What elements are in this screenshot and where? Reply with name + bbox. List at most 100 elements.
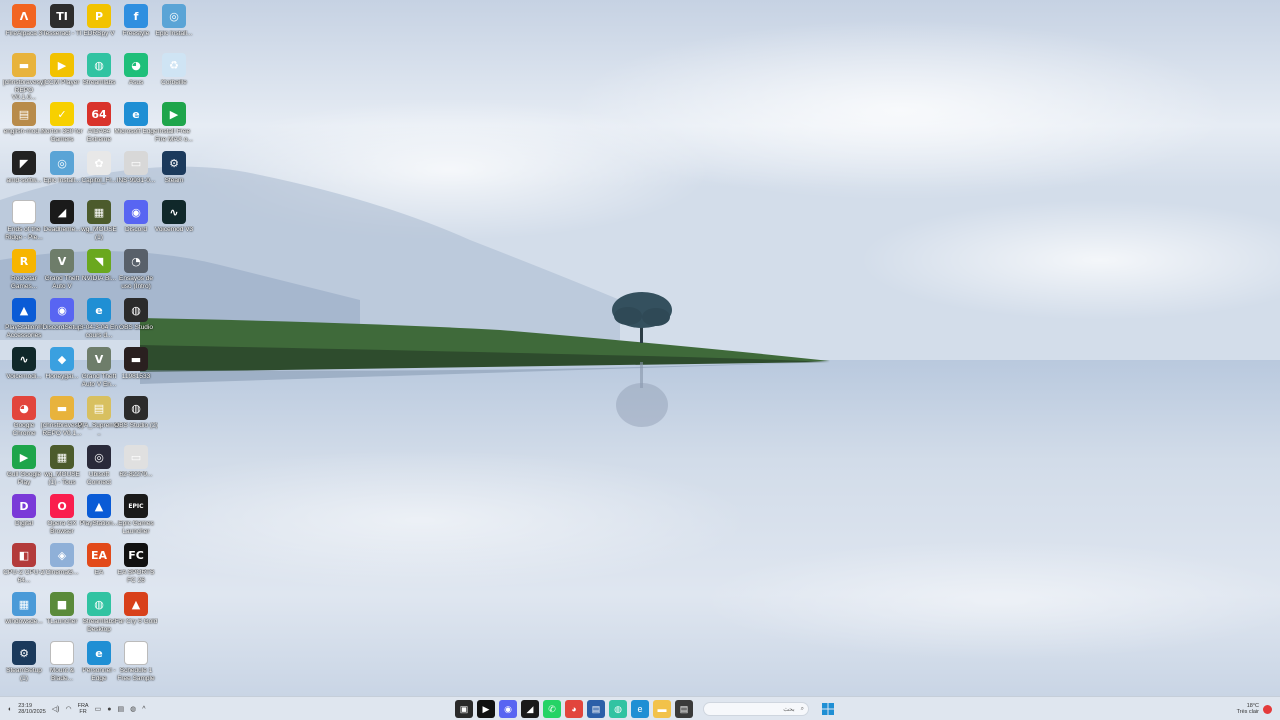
app-icon (50, 641, 74, 665)
desktop-icon[interactable]: EPIC Epic Games Launcher (114, 494, 158, 535)
taskbar-apps: ▣ ▶ ◉ ◢ ✆ ◕ ▤ ◍ e ▬ ▤ بحث ⌕ (455, 700, 837, 718)
app-icon: ▬ (12, 53, 36, 77)
app-icon: ◔ (124, 249, 148, 273)
app-icon: ∿ (12, 347, 36, 371)
app-icon: e (87, 641, 111, 665)
app-icon: ▤ (87, 396, 111, 420)
store-icon[interactable]: ▤ (587, 700, 605, 718)
desktop-icon-label: Install Free Fire MAX o... (155, 128, 193, 143)
vpn-icon[interactable]: ◍ (130, 705, 136, 713)
app-icon: ◍ (87, 53, 111, 77)
app-icon (124, 641, 148, 665)
language-indicator[interactable]: FRA FR (78, 703, 89, 716)
search-icon: ⌕ (800, 705, 804, 712)
app-icon: ◍ (87, 592, 111, 616)
app-icon: ♻ (162, 53, 186, 77)
app-icon: ▶ (12, 445, 36, 469)
taskbar-right: 18°C Très clair (1237, 700, 1272, 718)
desktop-icon[interactable]: ◍ OBS Studio (114, 298, 158, 332)
app-icon: ◎ (50, 151, 74, 175)
desktop-icon[interactable]: ▶ Install Free Fire MAX o... (152, 102, 196, 143)
app-icon: ◥ (87, 249, 111, 273)
app-icon: ▭ (124, 445, 148, 469)
app-icon: R (12, 249, 36, 273)
desktop-icon-label: Steam (164, 177, 184, 184)
keyboard-code: FR (79, 709, 87, 715)
app-icon: ▶ (162, 102, 186, 126)
app-icon: ▲ (87, 494, 111, 518)
notification-badge-icon[interactable] (1263, 704, 1272, 714)
app-icon: ◎ (162, 4, 186, 28)
discord-taskbar-icon[interactable]: ◉ (499, 700, 517, 718)
app-icon: ▬ (50, 396, 74, 420)
file-manager-icon[interactable]: ▣ (455, 700, 473, 718)
desktop-icon-label: Epic Install... (155, 30, 193, 37)
search-box[interactable]: بحث ⌕ (703, 702, 809, 716)
start-button[interactable] (819, 700, 837, 718)
notepad-icon[interactable]: ▤ (675, 700, 693, 718)
app-icon: ◆ (50, 347, 74, 371)
app-icon: ▦ (50, 445, 74, 469)
app-icon: ◈ (50, 543, 74, 567)
app-icon: ✿ (87, 151, 111, 175)
app-icon: V (87, 347, 111, 371)
app-icon: EPIC (124, 494, 148, 518)
weather-widget[interactable]: 18°C Très clair (1237, 703, 1259, 716)
battery-icon[interactable]: ▭ (95, 705, 102, 713)
desktop-icon[interactable]: FC EA SPORTS FC 26 (114, 543, 158, 584)
microphone-icon[interactable]: ● (107, 706, 111, 713)
app-icon: ▤ (12, 102, 36, 126)
desktop-icon-label: Schedule 1 Free Sample (117, 667, 155, 682)
desktop-icon-label: Corbeille (161, 79, 187, 86)
capcut-icon[interactable]: ◢ (521, 700, 539, 718)
app-icon: V (50, 249, 74, 273)
desktop-icon-label: EA SPORTS FC 26 (117, 569, 155, 584)
app-icon: EA (87, 543, 111, 567)
app-icon: Λ (12, 4, 36, 28)
app-icon: D (12, 494, 36, 518)
app-icon: ◍ (124, 298, 148, 322)
desktop-icon-label: OBS Studio (119, 324, 153, 331)
app-icon: ■ (50, 592, 74, 616)
widgets-icon[interactable]: ◐ (8, 706, 12, 713)
app-icon: P (87, 4, 111, 28)
desktop-icon[interactable]: Schedule 1 Free Sample (114, 641, 158, 682)
app-icon: ▲ (124, 592, 148, 616)
app-icon: f (124, 4, 148, 28)
edge-taskbar-icon[interactable]: e (631, 700, 649, 718)
desktop-icon[interactable]: ♻ Corbeille (152, 53, 196, 87)
desktop-icon-label: 11981533 (121, 373, 151, 380)
clock[interactable]: 23:19 28/10/2025 (18, 703, 46, 716)
weather-desc: Très clair (1236, 709, 1259, 715)
taskbar: ◐ 23:19 28/10/2025 ◁) ◠ FRA FR ▭ ● ▤ ◍ ^… (0, 696, 1280, 720)
desktop-icon[interactable]: ▲ Far Cry 6 Gold (114, 592, 158, 626)
network-icon[interactable]: ▤ (117, 705, 124, 713)
whatsapp-icon[interactable]: ✆ (543, 700, 561, 718)
desktop-icon[interactable]: ▭ 62-82279... (114, 445, 158, 479)
app-icon: ⚙ (162, 151, 186, 175)
folder-icon[interactable]: ▬ (653, 700, 671, 718)
app-icon: FC (124, 543, 148, 567)
terminal-icon[interactable]: ▶ (477, 700, 495, 718)
taskbar-left: ◐ 23:19 28/10/2025 ◁) ◠ FRA FR ▭ ● ▤ ◍ ^ (8, 700, 145, 718)
desktop-icon[interactable]: ◍ OBS Studio (2) (114, 396, 158, 430)
desktop-icon[interactable]: ◎ Epic Install... (152, 4, 196, 38)
desktop-icon[interactable]: ▬ 11981533 (114, 347, 158, 381)
windows-logo-icon (822, 703, 834, 715)
desktop-icon[interactable]: ⚙ Steam (152, 151, 196, 185)
clock-date: 28/10/2025 (18, 709, 46, 715)
chevron-up-icon[interactable]: ^ (142, 706, 145, 713)
streamlabs-taskbar-icon[interactable]: ◍ (609, 700, 627, 718)
app-icon: ◕ (124, 53, 148, 77)
app-icon: ∿ (162, 200, 186, 224)
desktop-icon[interactable]: ∿ Voicemod V3 (152, 200, 196, 234)
app-icon: e (87, 298, 111, 322)
app-icon: ◍ (124, 396, 148, 420)
desktop-icon-label: 62-82279... (119, 471, 153, 478)
desktop-icon-label: Voicemod V3 (154, 226, 194, 233)
wifi-icon[interactable]: ◠ (65, 705, 71, 713)
chrome-taskbar-icon[interactable]: ◕ (565, 700, 583, 718)
desktop-icon[interactable]: ◔ Ensayos de uso (Intro) (114, 249, 158, 290)
search-placeholder: بحث (783, 706, 795, 713)
speaker-icon[interactable]: ◁) (52, 705, 60, 713)
